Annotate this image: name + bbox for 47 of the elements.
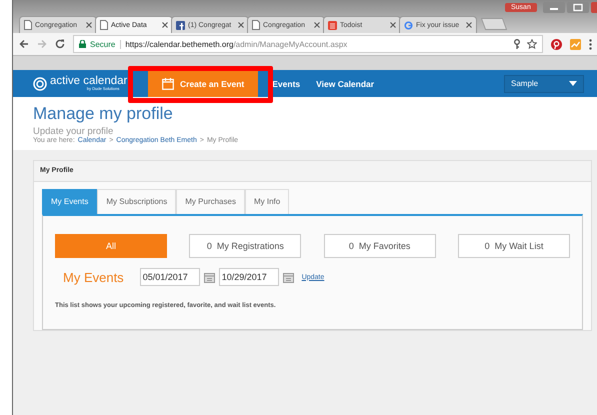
menu-icon [589, 38, 592, 50]
filter-button[interactable]: 0 My Favorites [324, 234, 436, 258]
page-title: Manage my profile [33, 104, 174, 123]
maximize-icon [566, 2, 589, 13]
reload-icon [55, 39, 65, 49]
date-field[interactable]: 10/29/2017 [218, 268, 279, 286]
page-subtitle: Update your profile [33, 126, 114, 137]
forward-icon [37, 39, 47, 49]
calendar-icon [282, 272, 294, 282]
google-icon [404, 20, 413, 30]
caret-icon [569, 81, 577, 86]
page-icon [252, 20, 260, 30]
back-icon [19, 39, 29, 49]
tab[interactable]: My Info [244, 189, 290, 214]
secure-label: Secure [90, 40, 122, 48]
logo-text: active calendar [50, 76, 128, 87]
nav-item[interactable]: Events [264, 70, 308, 97]
url-text: https://calendar.bethemeth.org/admin/ManageMyAccount.aspx [125, 40, 348, 48]
chart-extension-icon [570, 38, 581, 50]
minimize-icon [542, 2, 565, 13]
page-icon [100, 20, 108, 30]
logo-icon [33, 76, 47, 90]
account-dropdown[interactable]: Sample [504, 74, 584, 92]
section-title: My Events [63, 270, 124, 284]
page-icon [24, 20, 32, 30]
key-icon [513, 39, 521, 49]
calendar-icon [204, 272, 215, 282]
close-icon[interactable] [238, 22, 244, 28]
filter-button[interactable]: 0 My Registrations [189, 234, 302, 258]
close-icon[interactable] [314, 22, 320, 28]
tab[interactable]: My Subscriptions [97, 189, 176, 214]
close-icon[interactable] [86, 22, 92, 28]
filter-button[interactable]: 0 My Wait List [458, 234, 570, 258]
close-icon[interactable] [390, 22, 396, 28]
nav-item[interactable]: View Calendar [308, 70, 382, 97]
close-icon[interactable] [466, 22, 472, 28]
tab[interactable]: My Events [42, 189, 98, 214]
lock-icon [79, 40, 86, 48]
close-icon[interactable] [162, 22, 168, 28]
star-icon [527, 39, 537, 49]
address-bar[interactable]: Secure https://calendar.bethemeth.org/admin/ManageMyAccount.aspx [73, 35, 543, 53]
todoist-icon [328, 20, 337, 30]
pinterest-icon [551, 38, 562, 50]
calendar-icon [162, 78, 174, 90]
tab[interactable]: My Purchases [176, 189, 245, 214]
date-field[interactable]: 05/01/2017 [140, 268, 200, 286]
facebook-icon [176, 20, 185, 30]
